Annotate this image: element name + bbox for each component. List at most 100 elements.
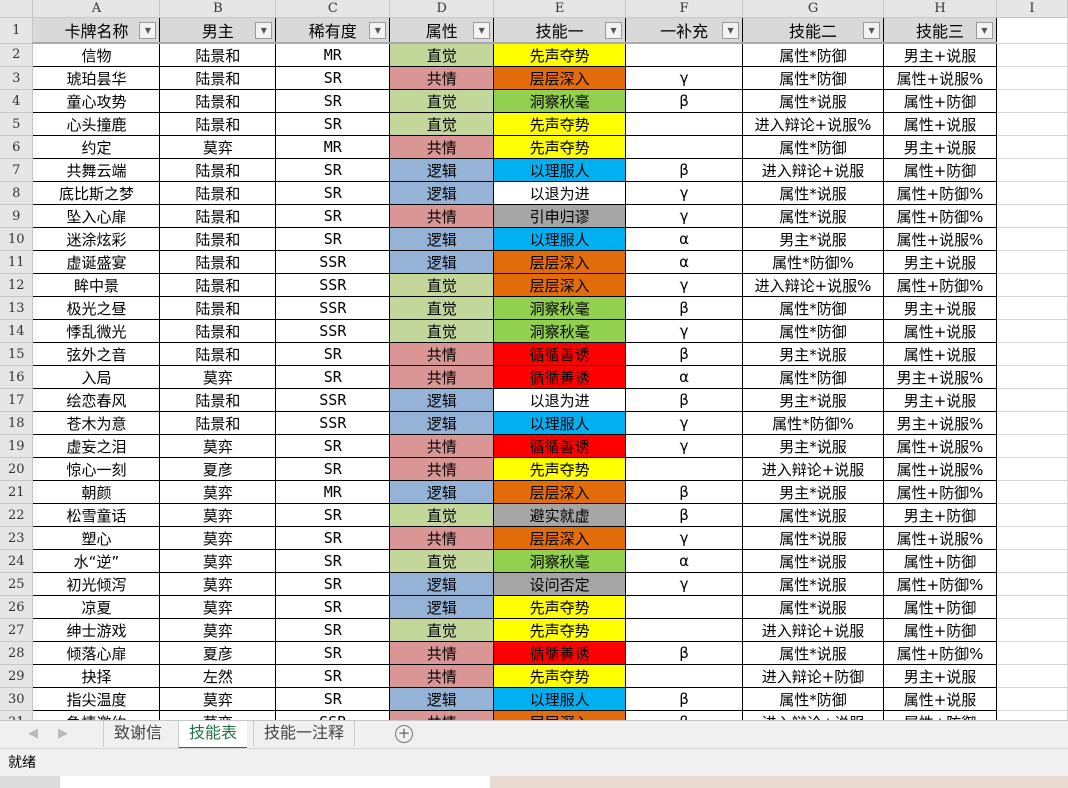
empty-cell[interactable] bbox=[996, 641, 1068, 665]
cell-B14[interactable]: 陆景和 bbox=[159, 319, 277, 343]
column-header-G[interactable]: G bbox=[742, 0, 885, 18]
cell-C30[interactable]: SR bbox=[275, 687, 391, 711]
cell-D2[interactable]: 直觉 bbox=[389, 43, 495, 67]
cell-D26[interactable]: 逻辑 bbox=[389, 595, 495, 619]
cell-D18[interactable]: 逻辑 bbox=[389, 411, 495, 435]
cell-E28[interactable]: 循循善诱 bbox=[493, 641, 627, 665]
empty-cell[interactable] bbox=[996, 411, 1068, 435]
cell-F21[interactable]: β bbox=[625, 480, 744, 504]
cell-G15[interactable]: 男主*说服 bbox=[742, 342, 885, 366]
cell-A25[interactable]: 初光倾泻 bbox=[32, 572, 161, 596]
cell-A6[interactable]: 约定 bbox=[32, 135, 161, 159]
cell-H9[interactable]: 属性+防御% bbox=[883, 204, 997, 228]
cell-H13[interactable]: 男主+说服 bbox=[883, 296, 997, 320]
cell-C12[interactable]: SSR bbox=[275, 273, 391, 297]
header-cell[interactable]: 技能二 ▼ bbox=[742, 17, 885, 44]
empty-cell[interactable] bbox=[996, 273, 1068, 297]
cell-B25[interactable]: 莫弈 bbox=[159, 572, 277, 596]
cell-F15[interactable]: β bbox=[625, 342, 744, 366]
row-header[interactable]: 28 bbox=[0, 641, 34, 665]
cell-G3[interactable]: 属性*防御 bbox=[742, 66, 885, 90]
cell-E7[interactable]: 以理服人 bbox=[493, 158, 627, 182]
cell-F5[interactable] bbox=[625, 112, 744, 136]
row-header[interactable]: 27 bbox=[0, 618, 34, 642]
cell-D30[interactable]: 逻辑 bbox=[389, 687, 495, 711]
cell-G13[interactable]: 属性*防御 bbox=[742, 296, 885, 320]
empty-cell[interactable] bbox=[996, 342, 1068, 366]
cell-A29[interactable]: 抉择 bbox=[32, 664, 161, 688]
cell-A22[interactable]: 松雪童话 bbox=[32, 503, 161, 527]
cell-G18[interactable]: 属性*防御% bbox=[742, 411, 885, 435]
cell-B21[interactable]: 莫弈 bbox=[159, 480, 277, 504]
empty-cell[interactable] bbox=[996, 710, 1068, 720]
row-header[interactable]: 13 bbox=[0, 296, 34, 320]
cell-G6[interactable]: 属性*防御 bbox=[742, 135, 885, 159]
cell-B18[interactable]: 陆景和 bbox=[159, 411, 277, 435]
cell-B6[interactable]: 莫弈 bbox=[159, 135, 277, 159]
filter-dropdown-icon[interactable]: ▼ bbox=[863, 22, 881, 39]
cell-A19[interactable]: 虚妄之泪 bbox=[32, 434, 161, 458]
cell-A17[interactable]: 绘恋春风 bbox=[32, 388, 161, 412]
cell-C10[interactable]: SR bbox=[275, 227, 391, 251]
cell-F7[interactable]: β bbox=[625, 158, 744, 182]
cell-D14[interactable]: 直觉 bbox=[389, 319, 495, 343]
cell-E30[interactable]: 以理服人 bbox=[493, 687, 627, 711]
row-header[interactable]: 3 bbox=[0, 66, 34, 90]
cell-A2[interactable]: 信物 bbox=[32, 43, 161, 67]
column-header-I[interactable]: I bbox=[996, 0, 1068, 18]
cell-E14[interactable]: 洞察秋毫 bbox=[493, 319, 627, 343]
cell-H27[interactable]: 属性+防御 bbox=[883, 618, 997, 642]
cell-F13[interactable]: β bbox=[625, 296, 744, 320]
row-header[interactable]: 20 bbox=[0, 457, 34, 481]
cell-B7[interactable]: 陆景和 bbox=[159, 158, 277, 182]
empty-cell[interactable] bbox=[996, 365, 1068, 389]
filter-dropdown-icon[interactable]: ▼ bbox=[369, 22, 387, 39]
cell-F30[interactable]: β bbox=[625, 687, 744, 711]
cell-H4[interactable]: 属性+防御 bbox=[883, 89, 997, 113]
cell-D19[interactable]: 共情 bbox=[389, 434, 495, 458]
cell-G19[interactable]: 男主*说服 bbox=[742, 434, 885, 458]
cell-A15[interactable]: 弦外之音 bbox=[32, 342, 161, 366]
cell-H14[interactable]: 属性+说服 bbox=[883, 319, 997, 343]
cell-F6[interactable] bbox=[625, 135, 744, 159]
cell-B3[interactable]: 陆景和 bbox=[159, 66, 277, 90]
cell-F27[interactable] bbox=[625, 618, 744, 642]
cell-D29[interactable]: 共情 bbox=[389, 664, 495, 688]
cell-G4[interactable]: 属性*说服 bbox=[742, 89, 885, 113]
cell-E8[interactable]: 以退为进 bbox=[493, 181, 627, 205]
cell-G21[interactable]: 男主*说服 bbox=[742, 480, 885, 504]
row-header[interactable]: 5 bbox=[0, 112, 34, 136]
cell-E22[interactable]: 避实就虚 bbox=[493, 503, 627, 527]
cell-B23[interactable]: 莫弈 bbox=[159, 526, 277, 550]
cell-E27[interactable]: 先声夺势 bbox=[493, 618, 627, 642]
row-header[interactable]: 2 bbox=[0, 43, 34, 67]
cell-G5[interactable]: 进入辩论+说服% bbox=[742, 112, 885, 136]
cell-F19[interactable]: γ bbox=[625, 434, 744, 458]
cell-E21[interactable]: 层层深入 bbox=[493, 480, 627, 504]
cell-H10[interactable]: 属性+说服% bbox=[883, 227, 997, 251]
cell-H22[interactable]: 男主+防御 bbox=[883, 503, 997, 527]
cell-B22[interactable]: 莫弈 bbox=[159, 503, 277, 527]
empty-cell[interactable] bbox=[996, 17, 1068, 44]
cell-F23[interactable]: γ bbox=[625, 526, 744, 550]
empty-cell[interactable] bbox=[996, 227, 1068, 251]
cell-A31[interactable]: 急情邀约 bbox=[32, 710, 161, 720]
empty-cell[interactable] bbox=[996, 572, 1068, 596]
empty-cell[interactable] bbox=[996, 66, 1068, 90]
cell-F4[interactable]: β bbox=[625, 89, 744, 113]
cell-H6[interactable]: 男主+说服 bbox=[883, 135, 997, 159]
header-cell[interactable]: 卡牌名称 ▼ bbox=[32, 17, 161, 44]
cell-B20[interactable]: 夏彦 bbox=[159, 457, 277, 481]
cell-C24[interactable]: SR bbox=[275, 549, 391, 573]
cell-D25[interactable]: 逻辑 bbox=[389, 572, 495, 596]
tab-acknowledgement[interactable]: 致谢信 bbox=[103, 721, 172, 747]
cell-C22[interactable]: SR bbox=[275, 503, 391, 527]
cell-F12[interactable]: γ bbox=[625, 273, 744, 297]
row-header[interactable]: 15 bbox=[0, 342, 34, 366]
cell-H8[interactable]: 属性+防御% bbox=[883, 181, 997, 205]
cell-D21[interactable]: 逻辑 bbox=[389, 480, 495, 504]
row-header[interactable]: 22 bbox=[0, 503, 34, 527]
empty-cell[interactable] bbox=[996, 687, 1068, 711]
row-header[interactable]: 9 bbox=[0, 204, 34, 228]
cell-H26[interactable]: 属性+防御 bbox=[883, 595, 997, 619]
